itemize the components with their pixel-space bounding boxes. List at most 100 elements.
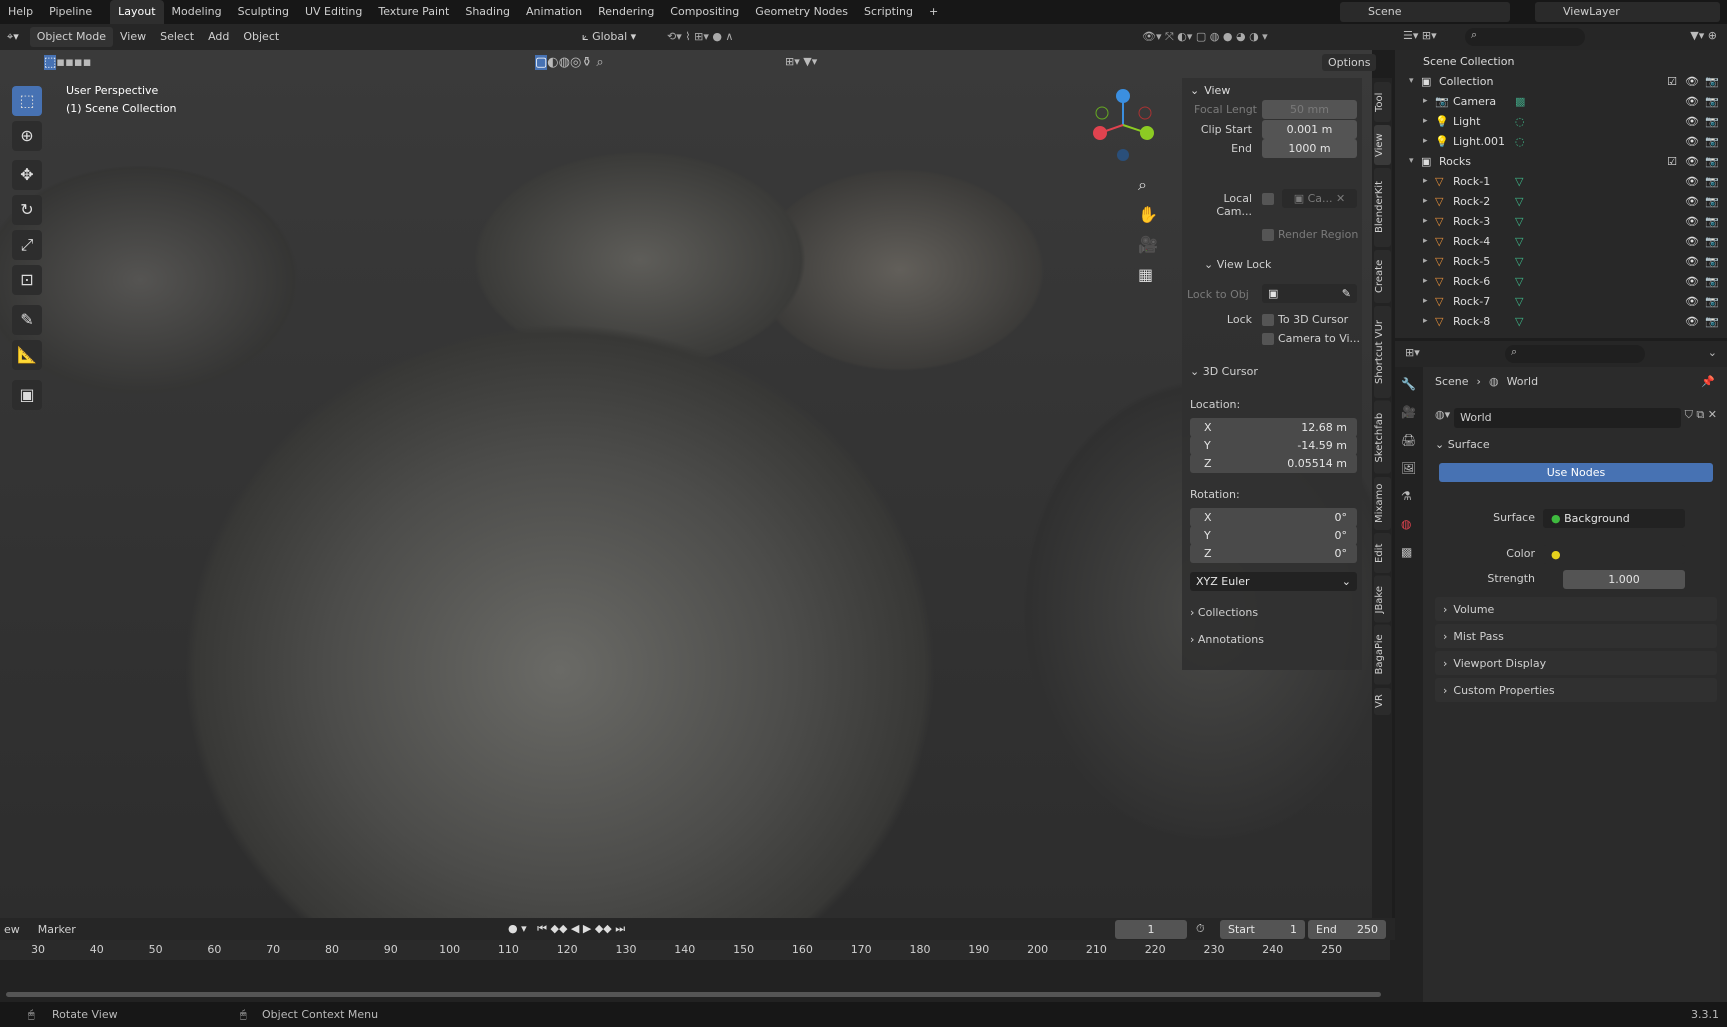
cursor-tool[interactable]: ⊕ <box>12 121 42 151</box>
visibility-eye-icon[interactable]: 👁 <box>1685 275 1699 288</box>
menu-view[interactable]: ew <box>0 923 24 936</box>
local-camera-field[interactable]: ▣ Ca... ✕ <box>1282 189 1357 208</box>
tab-rendering[interactable]: Rendering <box>590 0 662 24</box>
render-camera-icon[interactable]: 📷 <box>1705 235 1719 248</box>
render-camera-icon[interactable]: 📷 <box>1705 215 1719 228</box>
outliner-item-collection[interactable]: ▾ ▣ Collection ☑ 👁 📷 <box>1395 71 1727 91</box>
scale-tool[interactable]: ⤢ <box>12 230 42 260</box>
outliner-item-rock-6[interactable]: ▸ ▽ Rock-6 ▽ 👁 📷 <box>1395 271 1727 291</box>
location-x-field[interactable]: X 12.68 m <box>1190 418 1357 437</box>
outliner-item-rock-1[interactable]: ▸ ▽ Rock-1 ▽ 👁 📷 <box>1395 171 1727 191</box>
tab-geometry-nodes[interactable]: Geometry Nodes <box>747 0 856 24</box>
tab-animation[interactable]: Animation <box>518 0 590 24</box>
collections-panel-header[interactable]: › Collections <box>1190 606 1258 619</box>
orientation-dropdown[interactable]: ⟀ Global ▾ <box>575 24 643 50</box>
side-tab-create[interactable]: Create <box>1374 250 1391 303</box>
display-mode-icon[interactable]: ☰▾ ⊞▾ <box>1403 29 1437 42</box>
visibility-eye-icon[interactable]: 👁 <box>1685 315 1699 328</box>
outliner-item-rock-3[interactable]: ▸ ▽ Rock-3 ▽ 👁 📷 <box>1395 211 1727 231</box>
expand-toggle[interactable]: ▸ <box>1423 276 1428 286</box>
exclude-checkbox[interactable]: ☑ <box>1667 155 1677 168</box>
3d-viewport[interactable]: User Perspective (1) Scene Collection ⌕ ✋… <box>0 50 1372 918</box>
scene-collection-row[interactable]: Scene Collection <box>1395 51 1727 71</box>
editor-type-icon[interactable]: ⊞▾ <box>1405 346 1420 359</box>
data-icon[interactable]: ◌ <box>1515 115 1525 128</box>
render-camera-icon[interactable]: 📷 <box>1705 255 1719 268</box>
stopwatch-icon[interactable]: ⏱ <box>1196 922 1205 936</box>
visibility-eye-icon[interactable]: 👁 <box>1685 175 1699 188</box>
menu-help[interactable]: Help <box>0 0 41 24</box>
current-frame-field[interactable]: 1 <box>1115 920 1187 939</box>
view-layer-tab-icon[interactable]: 🖼 <box>1401 461 1416 475</box>
pin-icon[interactable]: 📌 <box>1701 375 1715 388</box>
filter-icon[interactable]: ▼▾ ⊕ <box>1690 29 1717 42</box>
properties-search[interactable]: ⌕ <box>1505 345 1645 363</box>
render-camera-icon[interactable]: 📷 <box>1705 195 1719 208</box>
annotations-panel-header[interactable]: › Annotations <box>1190 633 1264 646</box>
render-camera-icon[interactable]: 📷 <box>1705 295 1719 308</box>
tab-scripting[interactable]: Scripting <box>856 0 921 24</box>
outliner-item-rock-8[interactable]: ▸ ▽ Rock-8 ▽ 👁 📷 <box>1395 311 1727 331</box>
data-icon[interactable]: ▩ <box>1515 95 1525 108</box>
data-icon[interactable]: ▽ <box>1515 295 1523 308</box>
mode-dropdown[interactable]: Object Mode <box>29 27 114 47</box>
visibility-eye-icon[interactable]: 👁 <box>1685 155 1699 168</box>
selection-mode-icons[interactable]: ⬚▪▪▪▪ <box>44 55 92 70</box>
tab-shading[interactable]: Shading <box>457 0 518 24</box>
transform-tool[interactable]: ⊡ <box>12 265 42 295</box>
surface-panel-header[interactable]: ⌄ Surface <box>1435 438 1717 451</box>
data-icon[interactable]: ▽ <box>1515 195 1523 208</box>
visibility-eye-icon[interactable]: 👁 <box>1685 135 1699 148</box>
side-tab-shortcut-vur[interactable]: Shortcut VUr <box>1374 306 1391 398</box>
render-camera-icon[interactable]: 📷 <box>1705 75 1719 88</box>
use-nodes-button[interactable]: Use Nodes <box>1439 463 1713 482</box>
outliner-item-rock-5[interactable]: ▸ ▽ Rock-5 ▽ 👁 📷 <box>1395 251 1727 271</box>
filter-icons[interactable]: ▢◐◍◎⚱ ⌕ <box>535 55 604 70</box>
render-camera-icon[interactable]: 📷 <box>1705 115 1719 128</box>
3d-cursor-header[interactable]: ⌄ 3D Cursor <box>1190 365 1258 378</box>
strength-field[interactable]: 1.000 <box>1563 570 1685 589</box>
editor-type-icon[interactable]: ⌖▾ <box>0 24 26 50</box>
rotate-tool[interactable]: ↻ <box>12 195 42 225</box>
data-icon[interactable]: ▽ <box>1515 235 1523 248</box>
tab-compositing[interactable]: Compositing <box>662 0 747 24</box>
expand-toggle[interactable]: ▸ <box>1423 236 1428 246</box>
end-frame-field[interactable]: End 250 <box>1308 920 1386 939</box>
options-button[interactable]: Options <box>1322 54 1377 71</box>
texture-tab-icon[interactable]: ▩ <box>1401 545 1412 559</box>
visibility-eye-icon[interactable]: 👁 <box>1685 295 1699 308</box>
snap-icons[interactable]: ⟲▾ ⌇ ⊞▾ ● ∧ <box>660 24 740 50</box>
outliner-item-rock-2[interactable]: ▸ ▽ Rock-2 ▽ 👁 📷 <box>1395 191 1727 211</box>
add-cube-tool[interactable]: ▣ <box>12 380 42 410</box>
tab-modeling[interactable]: Modeling <box>164 0 230 24</box>
pan-hand-icon[interactable]: ✋ <box>1138 200 1158 230</box>
filter-funnel-icon[interactable]: ⊞▾ ▼▾ <box>785 55 817 68</box>
tab-layout[interactable]: Layout <box>110 0 164 24</box>
data-icon[interactable]: ▽ <box>1515 175 1523 188</box>
eyedropper-icon[interactable]: ✎ <box>1342 284 1357 303</box>
side-tab-jbake[interactable]: JBake <box>1374 575 1391 622</box>
visibility-eye-icon[interactable]: 👁 <box>1685 75 1699 88</box>
view-panel-header[interactable]: ⌄ View <box>1182 78 1362 102</box>
expand-toggle[interactable]: ▸ <box>1423 196 1428 206</box>
focal-length-field[interactable]: 50 mm <box>1262 100 1357 119</box>
menu-select[interactable]: Select <box>153 24 201 50</box>
local-camera-checkbox[interactable] <box>1262 193 1274 205</box>
tab-texture-paint[interactable]: Texture Paint <box>370 0 457 24</box>
viewlayer-selector[interactable]: ViewLayer <box>1535 5 1628 18</box>
view-lock-header[interactable]: ⌄ View Lock <box>1204 258 1271 271</box>
render-region-checkbox[interactable] <box>1262 229 1274 241</box>
rotation-x-field[interactable]: X 0° <box>1190 508 1357 527</box>
camera-to-view-checkbox[interactable] <box>1262 333 1274 345</box>
output-tab-icon[interactable]: 🖨 <box>1401 433 1416 447</box>
ortho-grid-icon[interactable]: ▦ <box>1138 260 1158 290</box>
expand-toggle[interactable]: ▸ <box>1423 116 1428 126</box>
tab-uv-editing[interactable]: UV Editing <box>297 0 370 24</box>
render-camera-icon[interactable]: 📷 <box>1705 135 1719 148</box>
expand-toggle[interactable]: ▸ <box>1423 136 1428 146</box>
location-z-field[interactable]: Z 0.05514 m <box>1190 454 1357 473</box>
color-field[interactable]: ● <box>1543 545 1685 564</box>
move-tool[interactable]: ✥ <box>12 160 42 190</box>
scene-selector[interactable]: Scene <box>1340 5 1410 18</box>
side-tab-tool[interactable]: Tool <box>1374 82 1391 122</box>
